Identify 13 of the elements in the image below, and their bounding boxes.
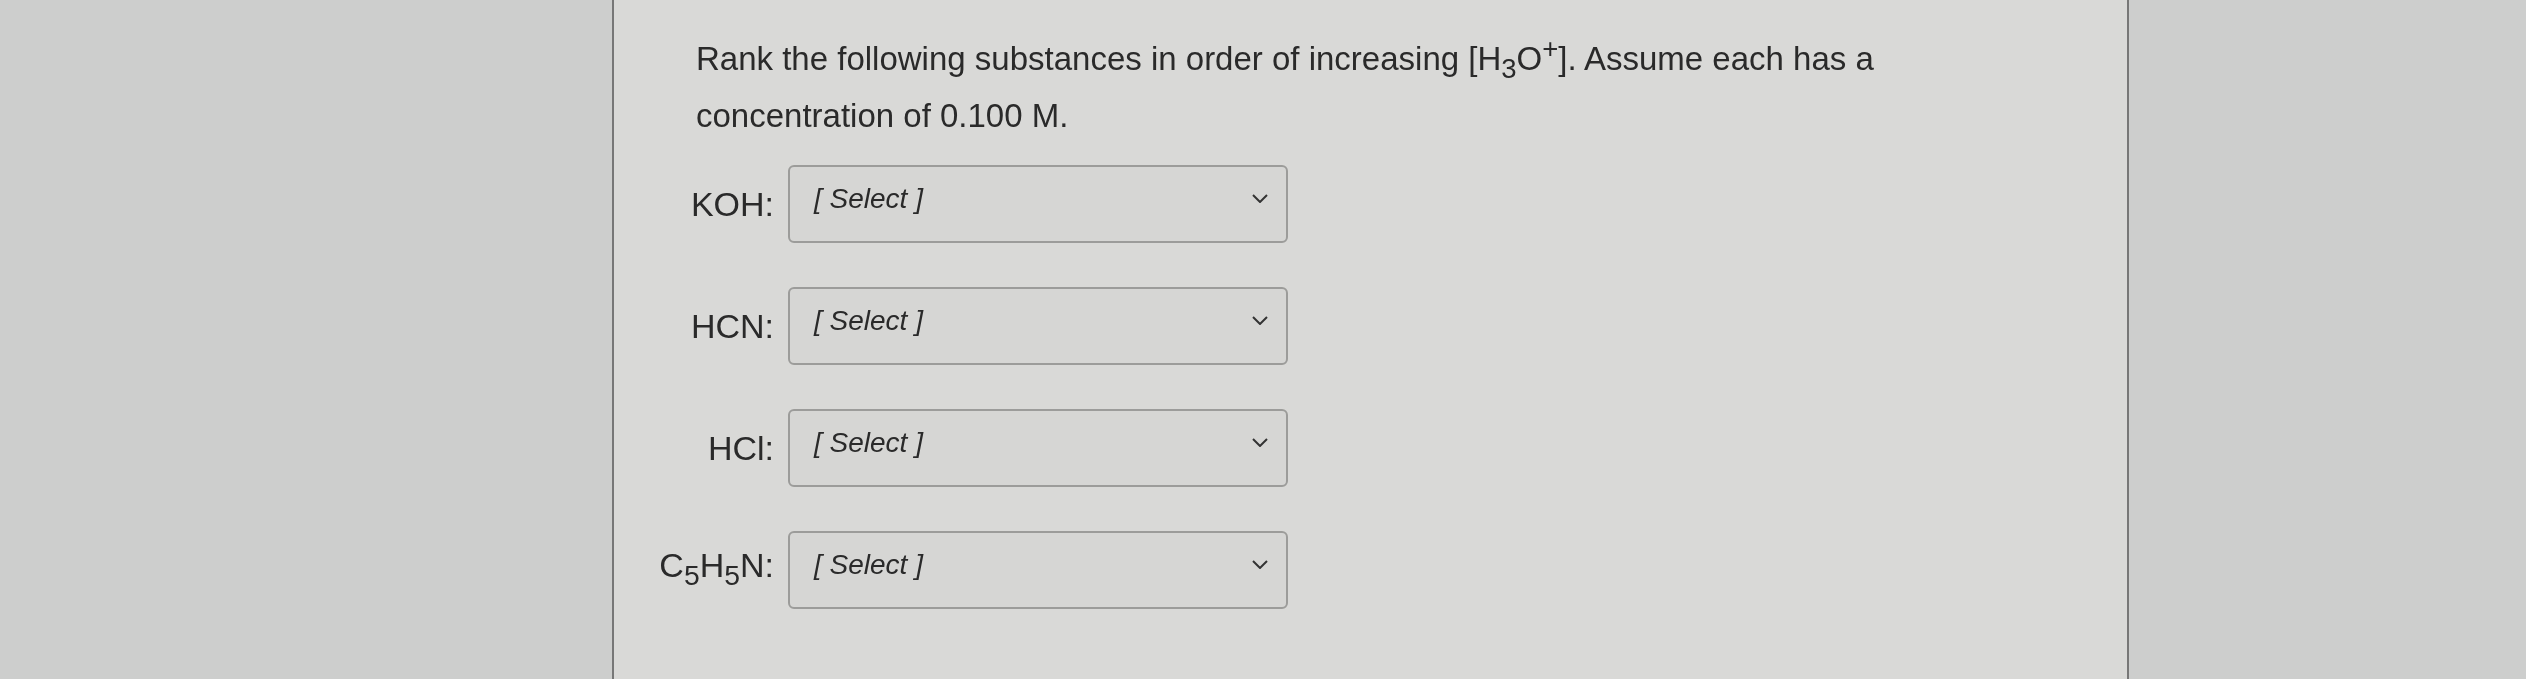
caret-icon [1252,560,1268,570]
answer-dropdown[interactable]: [ Select ] [788,286,1288,365]
caret-icon [1252,194,1268,204]
substance-label: KOH: [690,183,774,225]
caret-icon [1252,316,1268,326]
answer-dropdown[interactable]: [ Select ] [788,164,1288,243]
answer-dropdown[interactable]: [ Select ] [788,530,1288,609]
question-text: Rank the following substances in order of increasing [H$_{3}$O$^{+}$]. Assume each has a concentration of 0.100 M. [696,32,1875,136]
answer-dropdown[interactable]: [ Select ] [788,408,1288,487]
substance-label: HCN: [690,305,774,347]
substance-label: HCl: [707,427,774,469]
caret-icon [1252,438,1268,448]
substance-label: C$_{5}$H$_{5}$N: [659,544,774,593]
